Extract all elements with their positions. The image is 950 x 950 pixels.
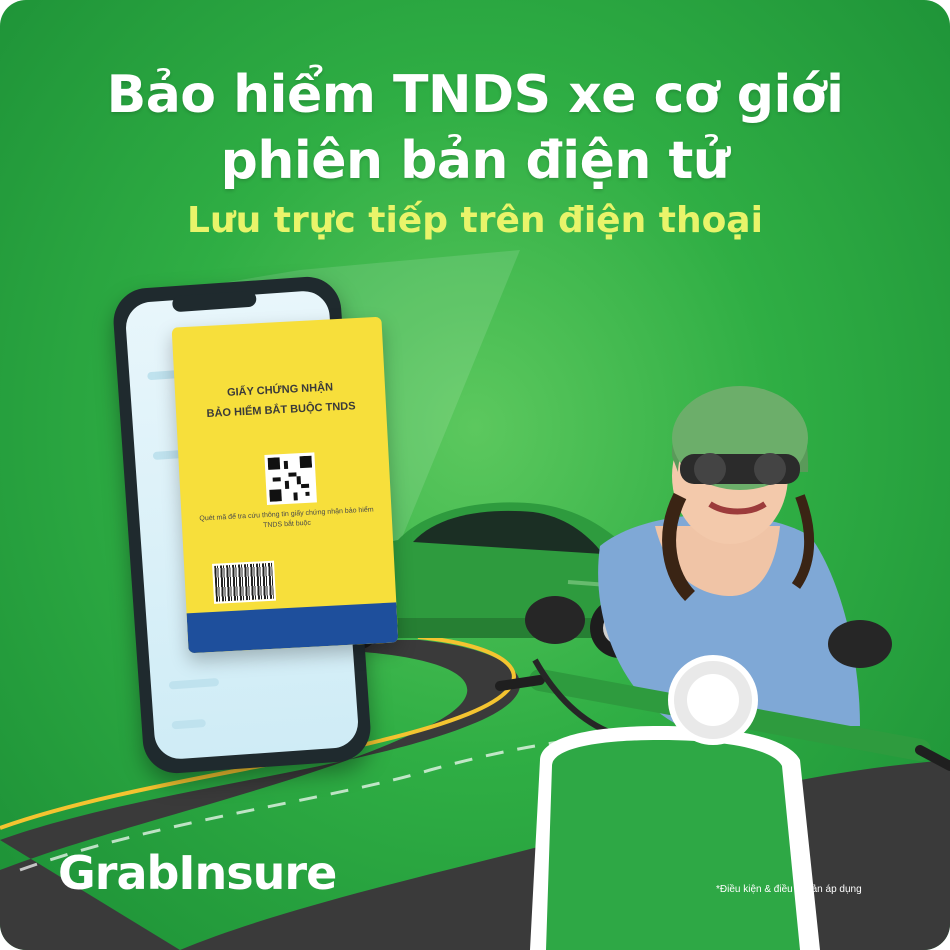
headline: Bảo hiểm TNDS xe cơ giới phiên bản điện …: [0, 62, 950, 194]
barcode-icon: [212, 560, 277, 604]
phone-ui-line: [168, 678, 220, 690]
insurance-certificate-card: GIẤY CHỨNG NHẬN BẢO HIỂM BẮT BUỘC TNDS Q…: [171, 316, 399, 654]
headline-line-1: Bảo hiểm TNDS xe cơ giới: [106, 65, 844, 125]
certificate-description: Quét mã để tra cứu thông tin giấy chứng …: [199, 506, 374, 530]
subheadline: Lưu trực tiếp trên điện thoại: [187, 200, 763, 241]
qr-code-icon: [264, 452, 317, 505]
headline-line-2: phiên bản điện tử: [220, 131, 730, 191]
phone-ui-line: [171, 719, 207, 730]
terms-disclaimer: *Điều kiện & điều khoản áp dụng: [716, 884, 862, 895]
grabinsure-logo: GrabInsure: [58, 846, 337, 900]
certificate-title: GIẤY CHỨNG NHẬN BẢO HIỂM BẮT BUỘC TNDS: [175, 375, 387, 426]
promo-banner: Bảo hiểm TNDS xe cơ giới phiên bản điện …: [0, 0, 950, 950]
